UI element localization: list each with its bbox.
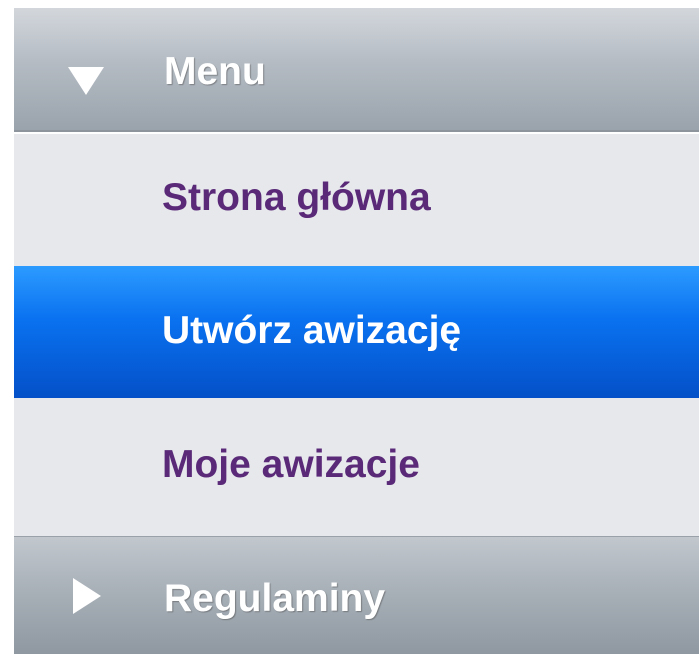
menu-item-create-notice[interactable]: Utwórz awizację [14,266,699,398]
regulations-section-title: Regulaminy [164,577,386,620]
sidebar-menu: Menu Strona główna Utwórz awizację Moje … [14,0,699,654]
menu-item-label: Moje awizacje [162,443,420,486]
menu-item-label: Strona główna [162,176,431,219]
triangle-down-icon [66,60,106,100]
regulations-section-header[interactable]: Regulaminy [14,536,699,654]
triangle-right-icon [66,576,106,616]
menu-item-home[interactable]: Strona główna [14,134,699,266]
menu-section-title: Menu [164,50,266,93]
menu-item-my-notices[interactable]: Moje awizacje [14,398,699,536]
menu-item-label: Utwórz awizację [162,309,462,352]
menu-section-header[interactable]: Menu [14,8,699,132]
